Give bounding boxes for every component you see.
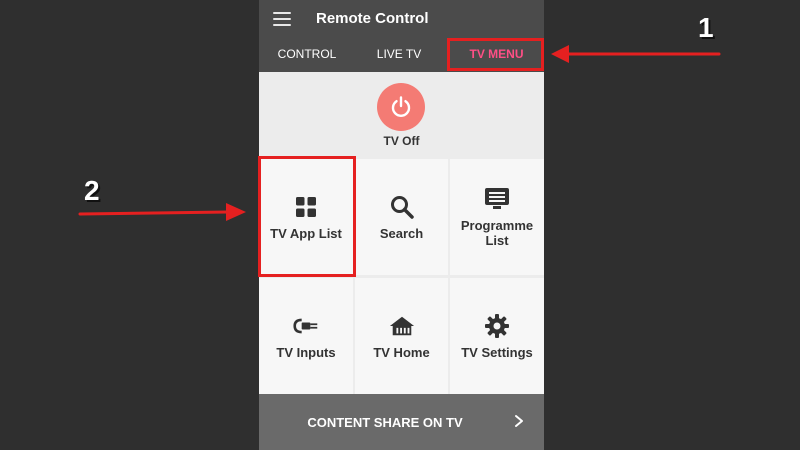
power-icon	[391, 96, 411, 118]
search-label: Search	[379, 225, 424, 241]
highlight-box-tv-menu	[447, 38, 544, 71]
content-share-bar[interactable]: CONTENT SHARE ON TV	[259, 394, 544, 450]
chevron-right-icon	[515, 415, 523, 427]
app-title: Remote Control	[316, 10, 429, 27]
tv-off-label: TV Off	[383, 134, 420, 148]
tab-control[interactable]: CONTROL	[263, 36, 351, 72]
tv-inputs-label: TV Inputs	[276, 344, 336, 360]
tv-off-button[interactable]	[377, 83, 425, 131]
programme-list-button[interactable]: Programme List	[450, 159, 544, 275]
programme-list-icon	[485, 188, 509, 209]
input-plug-icon	[293, 318, 318, 333]
tv-home-label: TV Home	[373, 344, 430, 360]
tv-settings-label: TV Settings	[461, 344, 533, 360]
tv-settings-button[interactable]: TV Settings	[450, 278, 544, 394]
annotation-arrow-1	[551, 45, 721, 63]
gear-icon	[485, 313, 509, 338]
search-icon	[390, 195, 414, 219]
hamburger-menu-icon[interactable]	[273, 12, 291, 26]
tab-live-tv[interactable]: LIVE TV	[355, 36, 443, 72]
annotation-number-2: 2	[84, 175, 100, 206]
annotation-number-1: 1	[698, 12, 714, 43]
tv-inputs-button[interactable]: TV Inputs	[259, 278, 353, 394]
programme-list-label: Programme List	[460, 218, 534, 248]
search-button[interactable]: Search	[355, 159, 448, 275]
home-icon	[389, 316, 414, 335]
tv-home-button[interactable]: TV Home	[355, 278, 448, 394]
content-share-label: CONTENT SHARE ON TV	[307, 415, 463, 430]
power-section: TV Off	[259, 72, 544, 156]
highlight-box-tv-app-list	[258, 156, 356, 277]
annotation-arrow-2	[78, 203, 246, 221]
